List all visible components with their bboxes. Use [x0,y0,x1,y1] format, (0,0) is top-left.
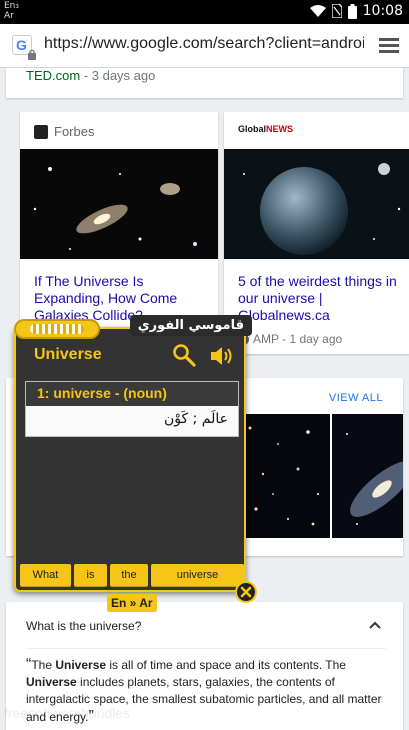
tabs-menu-icon[interactable] [379,36,399,54]
dictionary-brand-label: قاموسي الفوري [129,315,252,336]
faq-question[interactable]: What is the universe? [26,619,141,633]
dictionary-popup[interactable]: قاموسي الفوري Universe 1: universe - (no… [14,315,257,612]
language-pair-toggle[interactable]: En » Ar [107,594,157,612]
word-chip[interactable]: is [74,564,107,587]
image-thumbnail[interactable] [238,414,330,538]
search-icon[interactable] [172,343,196,367]
global-news-logo-icon: GlobalNEWS [238,124,294,134]
entry-heading: 1: universe - (noun) [26,382,238,406]
story-meta: AMP - 1 day ago [238,332,342,346]
no-sim-icon [331,4,342,18]
status-bar: En₃ Ar 10:08 [0,0,409,24]
watermark: freesoftwarebundles [4,705,131,721]
svg-text:G: G [16,37,27,53]
browser-address-bar: G https://www.google.com/search?client=a… [0,24,409,68]
drag-handle[interactable] [14,319,100,339]
result-card[interactable]: TED.com - 3 days ago [6,68,403,98]
story-image [224,149,409,259]
story-title[interactable]: 5 of the weirdest things in our universe… [238,273,403,324]
sentence-word-chips: What is the universe [20,564,244,587]
wifi-icon [309,4,326,18]
story-source: GlobalNEWS [238,124,293,134]
lookup-word: Universe [34,346,102,363]
view-all-link[interactable]: VIEW ALL [329,392,383,404]
url-field[interactable]: https://www.google.com/search?client=and… [44,35,364,53]
word-chip[interactable]: the [110,564,148,587]
battery-icon [347,3,357,19]
story-source: Forbes [34,124,94,139]
image-thumbnail[interactable] [332,414,403,538]
speaker-icon[interactable] [210,345,234,367]
input-method-indicator: En₃ Ar [4,1,19,21]
story-image [20,149,218,259]
result-source: TED.com [26,68,81,83]
dictionary-entry: 1: universe - (noun) عالَم ; كَوْن [25,381,239,437]
clock: 10:08 [362,3,403,19]
forbes-logo-icon [34,124,48,139]
result-source-line: TED.com - 3 days ago [26,68,156,83]
entry-translation: عالَم ; كَوْن [164,411,228,427]
result-time: 3 days ago [91,68,156,83]
chevron-up-icon[interactable] [369,621,381,629]
word-chip[interactable]: What [20,564,71,587]
word-chip[interactable]: universe [151,564,244,587]
close-icon[interactable] [235,581,257,603]
lock-icon [28,49,36,60]
